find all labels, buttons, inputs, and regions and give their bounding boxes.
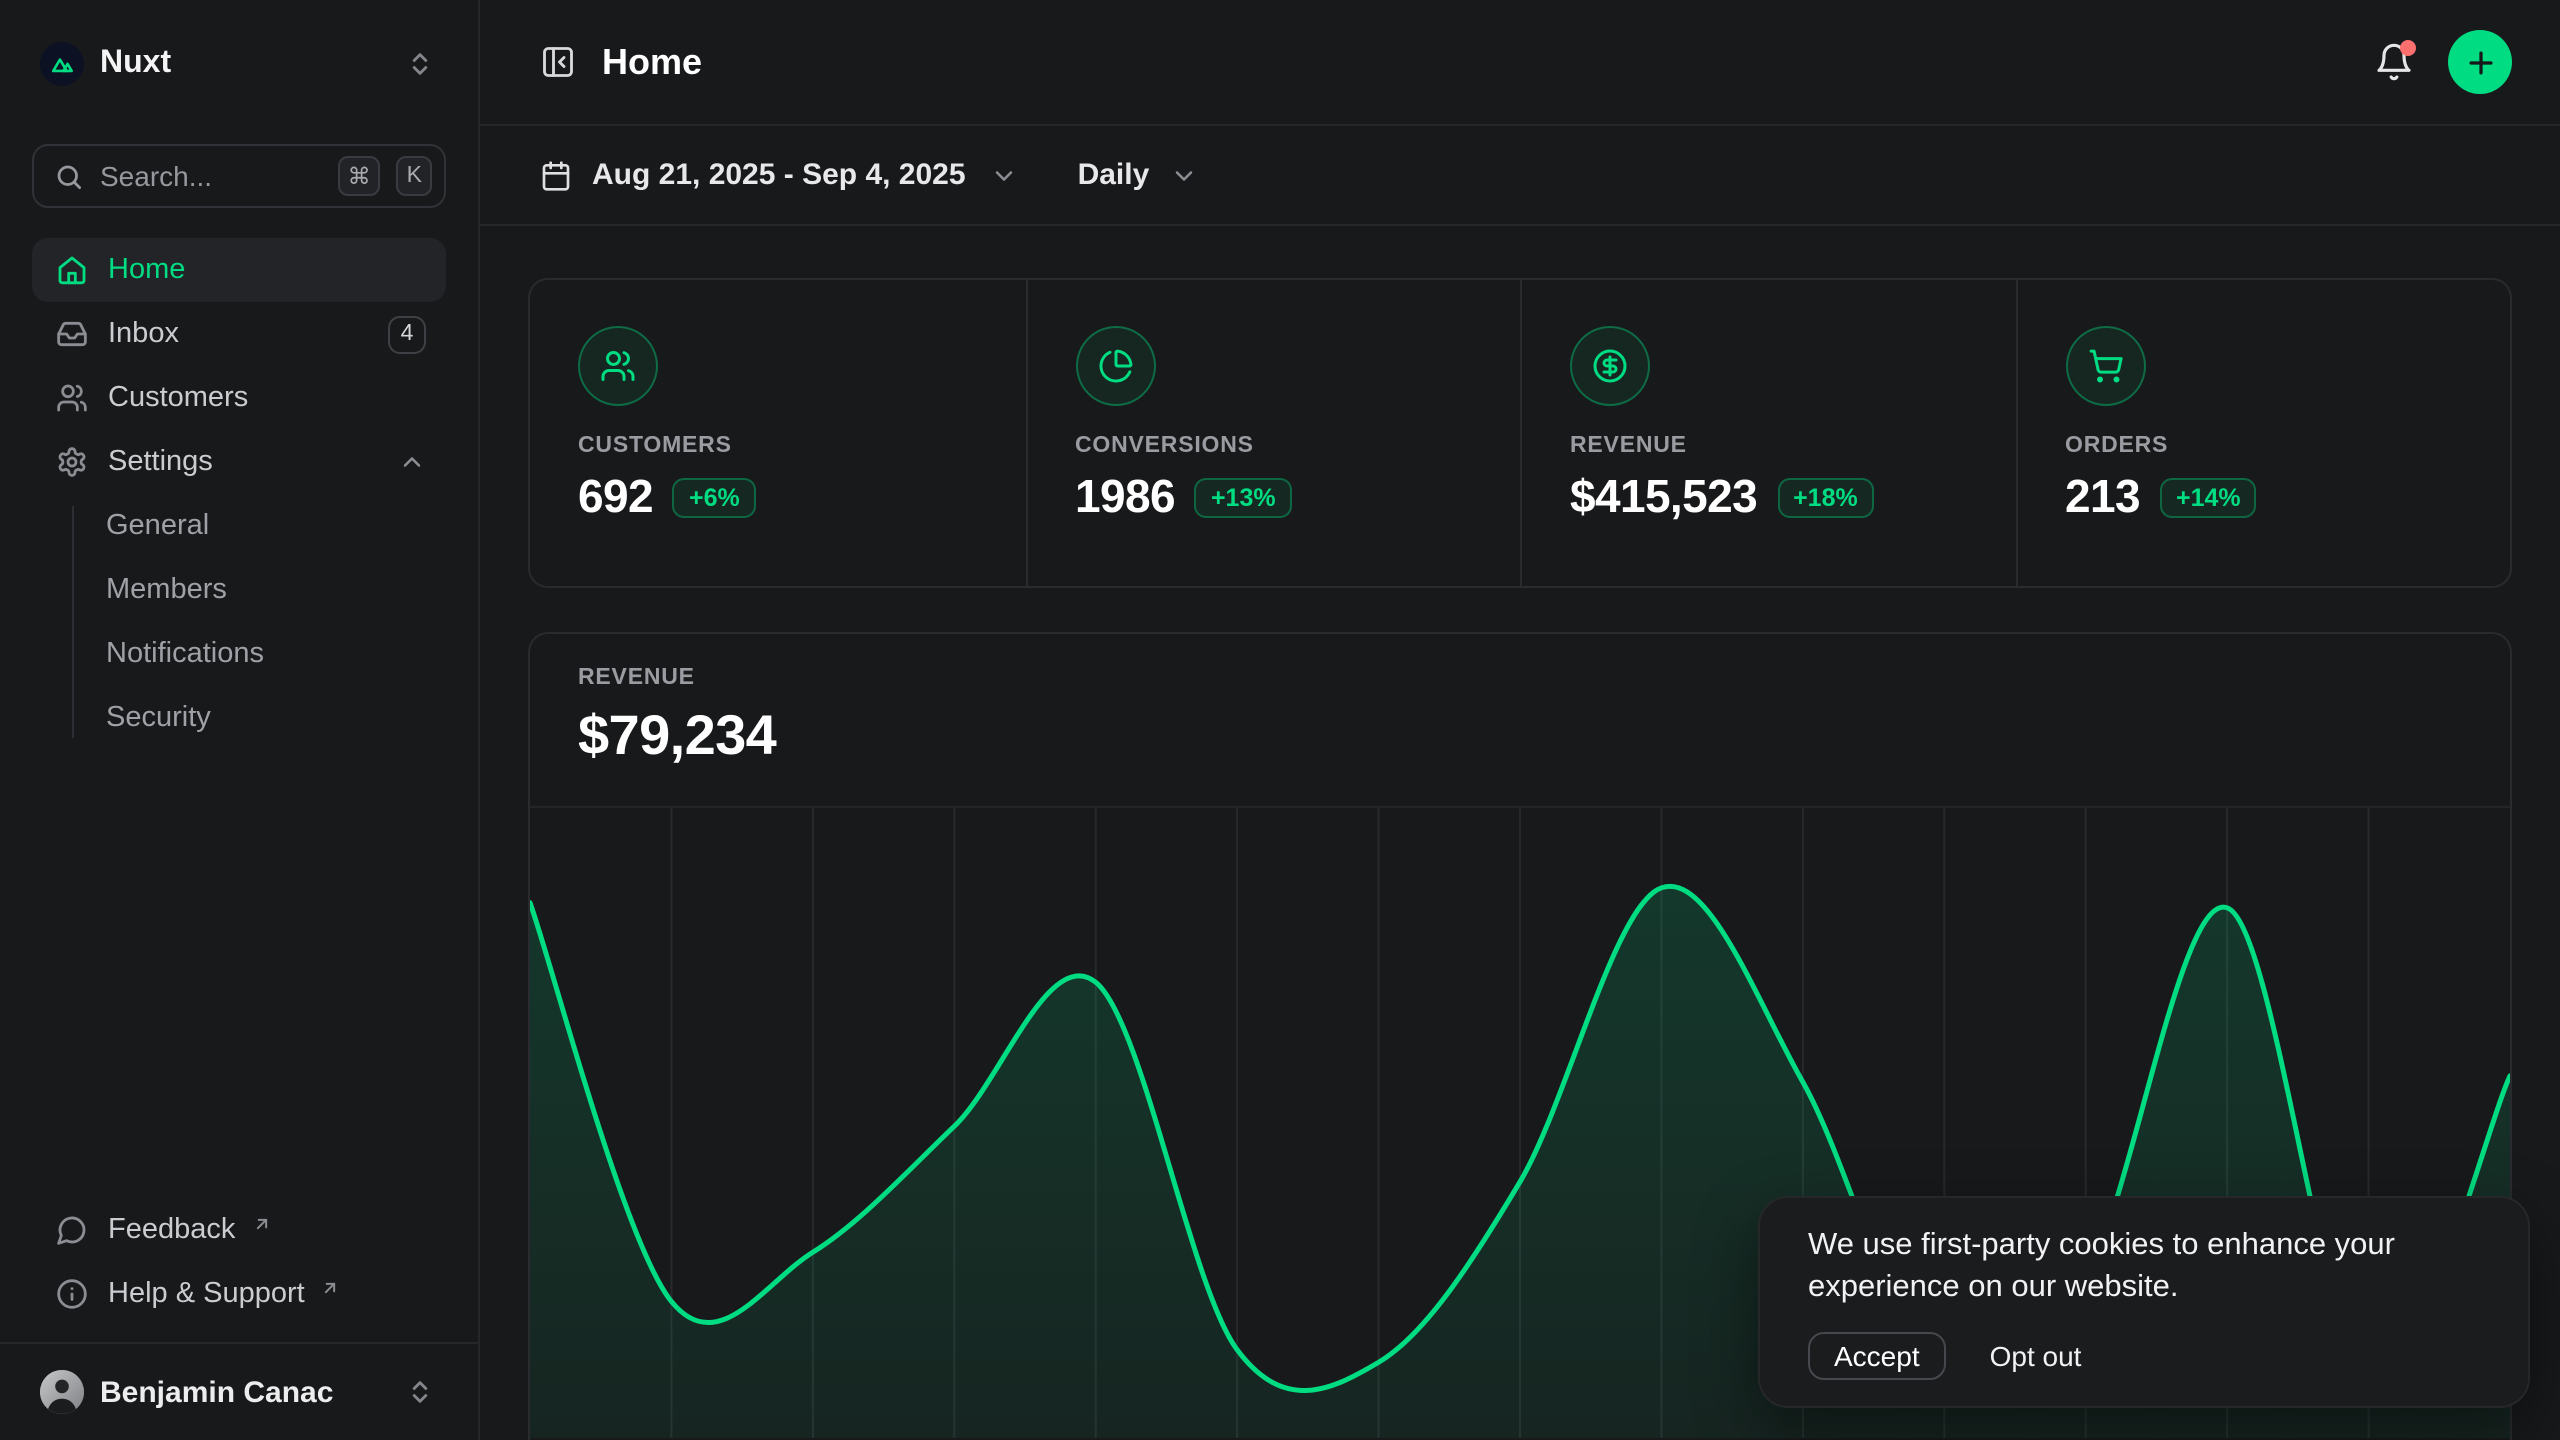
stats-summary-card: CUSTOMERS 692 +6% CONVERSIONS bbox=[528, 278, 2512, 588]
page-header: Home bbox=[480, 0, 2560, 126]
house-icon bbox=[56, 254, 88, 286]
shopping-cart-icon bbox=[2065, 326, 2145, 406]
user-name: Benjamin Canac bbox=[100, 1375, 333, 1409]
circle-dollar-icon bbox=[1570, 326, 1650, 406]
chevron-up-down-icon bbox=[406, 1378, 434, 1406]
stat-value: 692 bbox=[578, 470, 653, 524]
accept-cookies-button[interactable]: Accept bbox=[1808, 1332, 1946, 1380]
search-input[interactable]: Search... ⌘ K bbox=[32, 144, 446, 208]
subnav-label: General bbox=[106, 510, 209, 542]
sidebar-item-feedback[interactable]: Feedback bbox=[32, 1198, 446, 1262]
revenue-chart-label: REVENUE bbox=[578, 666, 2462, 690]
subnav-label: Security bbox=[106, 702, 211, 734]
cookie-banner: We use first-party cookies to enhance yo… bbox=[1758, 1196, 2530, 1408]
sidebar-item-help-support[interactable]: Help & Support bbox=[32, 1262, 446, 1326]
external-link-icon bbox=[251, 1214, 271, 1234]
stat-label: REVENUE bbox=[1570, 434, 1967, 458]
pie-chart-icon bbox=[1075, 326, 1155, 406]
search-icon bbox=[54, 161, 84, 191]
nuxt-logo-icon bbox=[40, 42, 84, 86]
calendar-icon bbox=[540, 159, 572, 191]
stat-label: CONVERSIONS bbox=[1075, 434, 1472, 458]
chevron-down-icon bbox=[1169, 161, 1197, 189]
header-actions bbox=[2374, 30, 2512, 94]
stat-delta-badge: +18% bbox=[1777, 477, 1874, 517]
gear-icon bbox=[56, 446, 88, 478]
stat-conversions[interactable]: CONVERSIONS 1986 +13% bbox=[1025, 280, 1520, 586]
sidebar-item-members[interactable]: Members bbox=[32, 558, 446, 622]
user-menu[interactable]: Benjamin Canac bbox=[32, 1344, 446, 1440]
notifications-bell-button[interactable] bbox=[2374, 42, 2414, 82]
sidebar-spacer bbox=[32, 750, 446, 1198]
stat-delta-badge: +6% bbox=[673, 477, 756, 517]
add-button[interactable] bbox=[2448, 30, 2512, 94]
date-range-value: Aug 21, 2025 - Sep 4, 2025 bbox=[592, 158, 966, 192]
inbox-icon bbox=[56, 318, 88, 350]
stat-orders[interactable]: ORDERS 213 +14% bbox=[2015, 280, 2510, 586]
sidebar-item-label: Feedback bbox=[108, 1214, 235, 1246]
filters-toolbar: Aug 21, 2025 - Sep 4, 2025 Daily bbox=[480, 126, 2560, 226]
date-range-picker[interactable]: Aug 21, 2025 - Sep 4, 2025 bbox=[540, 158, 1018, 192]
stat-value: 213 bbox=[2065, 470, 2140, 524]
cookie-actions: Accept Opt out bbox=[1808, 1332, 2480, 1380]
kbd-k: K bbox=[397, 156, 432, 196]
stat-delta-badge: +13% bbox=[1195, 477, 1292, 517]
stat-revenue[interactable]: REVENUE $415,523 +18% bbox=[1520, 280, 2015, 586]
sidebar-item-label: Help & Support bbox=[108, 1278, 305, 1310]
org-switcher[interactable]: Nuxt bbox=[32, 32, 446, 96]
stat-value: $415,523 bbox=[1570, 470, 1757, 524]
search-placeholder: Search... bbox=[100, 160, 322, 192]
revenue-chart-value: $79,234 bbox=[578, 704, 2462, 768]
stat-label: CUSTOMERS bbox=[578, 434, 977, 458]
notification-dot bbox=[2400, 40, 2416, 56]
org-name: Nuxt bbox=[100, 46, 171, 82]
sidebar-item-label: Customers bbox=[108, 382, 248, 414]
sidebar-item-label: Home bbox=[108, 254, 185, 286]
sidebar-item-inbox[interactable]: Inbox 4 bbox=[32, 302, 446, 366]
stat-customers[interactable]: CUSTOMERS 692 +6% bbox=[530, 280, 1025, 586]
sidebar-item-settings[interactable]: Settings bbox=[32, 430, 446, 494]
message-bubble-icon bbox=[56, 1214, 88, 1246]
granularity-select[interactable]: Daily bbox=[1078, 158, 1198, 192]
opt-out-button[interactable]: Opt out bbox=[1990, 1340, 2082, 1372]
subnav-label: Members bbox=[106, 574, 227, 606]
sidebar: Nuxt Search... ⌘ K bbox=[0, 0, 480, 1440]
sidebar-item-home[interactable]: Home bbox=[32, 238, 446, 302]
stat-value: 1986 bbox=[1075, 470, 1175, 524]
users-icon bbox=[578, 326, 658, 406]
external-link-icon bbox=[321, 1278, 341, 1298]
chevron-up-icon bbox=[398, 448, 426, 476]
kbd-cmd: ⌘ bbox=[338, 156, 381, 196]
page-title: Home bbox=[602, 41, 702, 83]
stat-label: ORDERS bbox=[2065, 434, 2462, 458]
revenue-chart-header: REVENUE $79,234 bbox=[530, 634, 2510, 768]
user-avatar bbox=[40, 1370, 84, 1414]
sidebar-item-security[interactable]: Security bbox=[32, 686, 446, 750]
subnav-label: Notifications bbox=[106, 638, 264, 670]
info-circle-icon bbox=[56, 1278, 88, 1310]
sidebar-item-notifications[interactable]: Notifications bbox=[32, 622, 446, 686]
chevron-down-icon bbox=[990, 161, 1018, 189]
granularity-value: Daily bbox=[1078, 158, 1150, 192]
collapse-sidebar-button[interactable] bbox=[540, 44, 576, 80]
sidebar-nav: Home Inbox 4 C bbox=[32, 238, 446, 750]
sidebar-item-label: Inbox bbox=[108, 318, 179, 350]
inbox-count-badge: 4 bbox=[388, 315, 426, 353]
chevron-up-down-icon bbox=[406, 50, 434, 78]
settings-subnav: General Members Notifications Security bbox=[32, 494, 446, 750]
sidebar-item-customers[interactable]: Customers bbox=[32, 366, 446, 430]
sidebar-item-label: Settings bbox=[108, 446, 213, 478]
cookie-message: We use first-party cookies to enhance yo… bbox=[1808, 1226, 2480, 1308]
stat-delta-badge: +14% bbox=[2160, 477, 2257, 517]
users-icon bbox=[56, 382, 88, 414]
sidebar-item-general[interactable]: General bbox=[32, 494, 446, 558]
dashboard-app: Nuxt Search... ⌘ K bbox=[0, 0, 2560, 1440]
